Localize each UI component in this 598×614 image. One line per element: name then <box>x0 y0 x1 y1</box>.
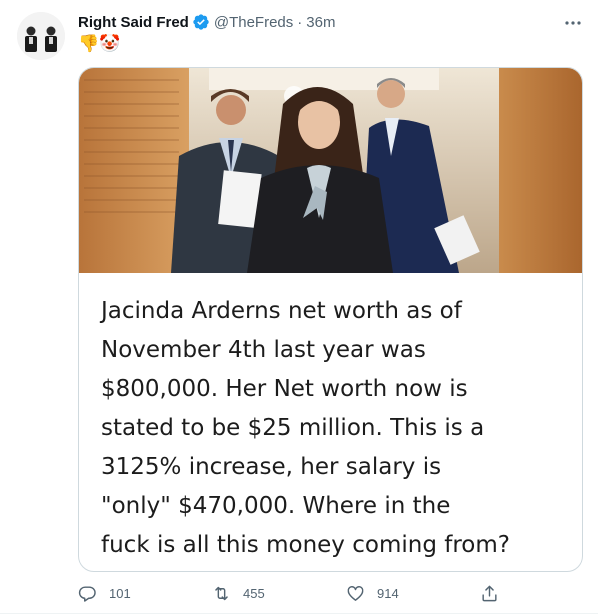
retweet-button[interactable]: 455 <box>212 580 265 606</box>
separator-dot: · <box>297 13 303 31</box>
tweet-actions-bar: 101 455 914 <box>78 580 508 606</box>
like-button[interactable]: 914 <box>346 580 399 606</box>
reply-button[interactable]: 101 <box>78 580 131 606</box>
user-handle[interactable]: @TheFreds <box>214 14 293 31</box>
heart-icon <box>347 585 364 601</box>
more-horizontal-icon <box>565 21 581 25</box>
reply-count: 101 <box>109 585 131 601</box>
news-photo <box>79 68 582 273</box>
tweet-article[interactable]: Right Said Fred @TheFreds · 36m 👎🤡 Jacin… <box>0 0 598 614</box>
share-icon <box>482 585 497 601</box>
like-count: 914 <box>377 585 399 601</box>
more-options-button[interactable] <box>562 14 584 32</box>
retweet-count: 455 <box>243 585 265 601</box>
verified-badge-icon <box>193 14 209 30</box>
image-caption-text: Jacinda Arderns net worth as of November… <box>101 298 510 558</box>
media-card[interactable]: Jacinda Arderns net worth as of November… <box>78 67 583 572</box>
tweet-header: Right Said Fred @TheFreds · 36m <box>78 12 335 32</box>
tweet-text: 👎🤡 <box>78 34 121 53</box>
reply-icon <box>78 585 96 602</box>
retweet-icon <box>215 586 228 600</box>
display-name[interactable]: Right Said Fred <box>78 14 189 31</box>
avatar[interactable] <box>17 12 65 60</box>
avatar-image <box>17 12 65 60</box>
timestamp[interactable]: 36m <box>306 14 335 31</box>
share-button[interactable] <box>480 580 499 606</box>
